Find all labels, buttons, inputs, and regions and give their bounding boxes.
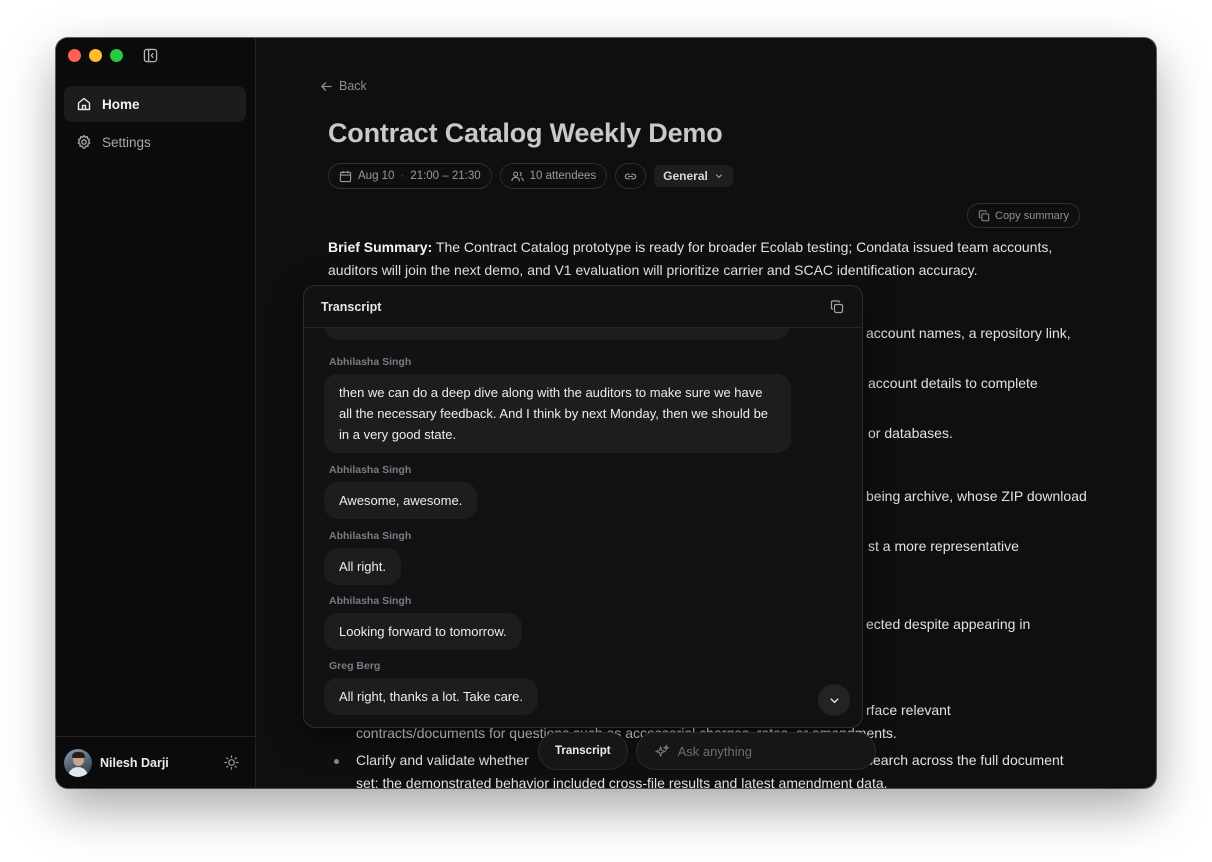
sidebar-item-label: Home [102,96,140,112]
copy-icon [978,209,990,221]
transcript-message: Abhilasha Singh Awesome, awesome. [324,464,478,519]
summary-line: set; the demonstrated behavior included … [356,775,888,788]
scroll-to-bottom-button[interactable] [818,684,850,716]
copy-summary-label: Copy summary [995,209,1069,222]
sun-icon[interactable] [224,755,239,770]
bullet [334,759,339,764]
attendees-count: 10 attendees [529,170,597,182]
transcript-toggle-button[interactable]: Transcript [538,732,628,770]
gear-icon [77,134,91,149]
sidebar-item-home[interactable]: Home [64,86,246,122]
speaker-name: Abhilasha Singh [329,464,412,476]
page-title: Contract Catalog Weekly Demo [328,118,723,148]
calendar-icon [339,170,352,182]
category-dropdown[interactable]: General [654,165,733,187]
link-button[interactable] [615,163,647,189]
ask-placeholder: Ask anything [677,743,753,759]
sidebar-item-settings[interactable]: Settings [64,124,246,160]
app-window: Home Settings Nilesh Darji Back Contract… [56,38,1156,788]
avatar[interactable] [64,748,92,777]
arrow-left-icon [321,81,332,91]
back-label: Back [339,79,367,93]
summary-line: Clarify and validate whether [356,752,529,768]
date-time-chip[interactable]: Aug 10 · 21:00 – 21:30 [328,163,492,189]
meeting-meta: Aug 10 · 21:00 – 21:30 10 attendees Gene… [328,163,733,189]
transcript-message: Abhilasha Singh All right. [324,530,411,585]
speaker-name: Abhilasha Singh [329,356,412,368]
summary-line: search across the full document [866,752,1064,768]
transcript-title: Transcript [321,299,382,314]
sidebar-item-label: Settings [102,134,151,150]
users-icon [511,171,524,181]
summary-line: rface relevant [866,702,951,718]
speaker-name: Abhilasha Singh [329,530,412,542]
user-footer: Nilesh Darji [56,736,255,788]
summary-line: or databases. [868,425,953,441]
bottom-bar: Transcript Ask anything [538,732,876,770]
transcript-messages[interactable]: Abhilasha Singh then we can do a deep di… [304,328,862,727]
speaker-name: Greg Berg [329,660,381,672]
home-icon [77,97,91,111]
minimize-window-button[interactable] [89,49,102,62]
sparkles-icon [654,744,669,757]
separator: · [400,170,405,182]
message-bubble: Looking forward to tomorrow. [324,613,522,650]
message-bubble [324,328,789,340]
link-icon [624,173,637,179]
summary-line: being archive, whose ZIP download [866,488,1087,504]
copy-icon[interactable] [830,299,844,314]
brief-summary-text: The Contract Catalog prototype is ready … [328,239,1053,278]
transcript-message: Abhilasha Singh Looking forward to tomor… [324,595,522,650]
transcript-message: Greg Berg All right, thanks a lot. Take … [324,660,539,715]
speaker-name: Abhilasha Singh [329,595,412,607]
sidebar-nav: Home Settings [64,86,246,162]
message-bubble: then we can do a deep dive along with th… [324,374,791,453]
meeting-date: Aug 10 [358,170,395,182]
summary-content: Brief Summary: The Contract Catalog prot… [328,236,1088,282]
sidebar-toggle-icon[interactable] [143,48,158,63]
ask-input[interactable]: Ask anything [635,732,876,770]
transcript-panel: Transcript Abhilasha Singh then we can d… [303,285,863,728]
back-button[interactable]: Back [320,79,367,93]
sidebar: Home Settings Nilesh Darji [56,38,256,788]
brief-summary-label: Brief Summary: [328,239,433,255]
maximize-window-button[interactable] [110,49,123,62]
message-bubble: All right, thanks a lot. Take care. [324,678,539,715]
category-label: General [663,169,708,183]
summary-line: st a more representative [868,538,1019,554]
message-bubble: All right. [324,548,401,585]
main-content: Back Contract Catalog Weekly Demo Aug 10… [257,38,1156,788]
attendees-chip[interactable]: 10 attendees [499,163,608,189]
summary-line: account names, a repository link, [866,325,1071,341]
brief-summary: Brief Summary: The Contract Catalog prot… [328,236,1088,282]
chevron-down-icon [715,174,722,178]
close-window-button[interactable] [68,49,81,62]
summary-line: ected despite appearing in [866,616,1031,632]
copy-summary-button[interactable]: Copy summary [967,203,1080,228]
transcript-header: Transcript [304,286,862,328]
transcript-message: Abhilasha Singh then we can do a deep di… [324,356,791,453]
message-bubble: Awesome, awesome. [324,482,478,519]
window-controls [68,49,123,62]
user-name: Nilesh Darji [100,755,169,770]
meeting-time: 21:00 – 21:30 [410,170,481,182]
summary-line: account details to complete [868,375,1038,391]
chevron-down-icon [830,697,838,703]
